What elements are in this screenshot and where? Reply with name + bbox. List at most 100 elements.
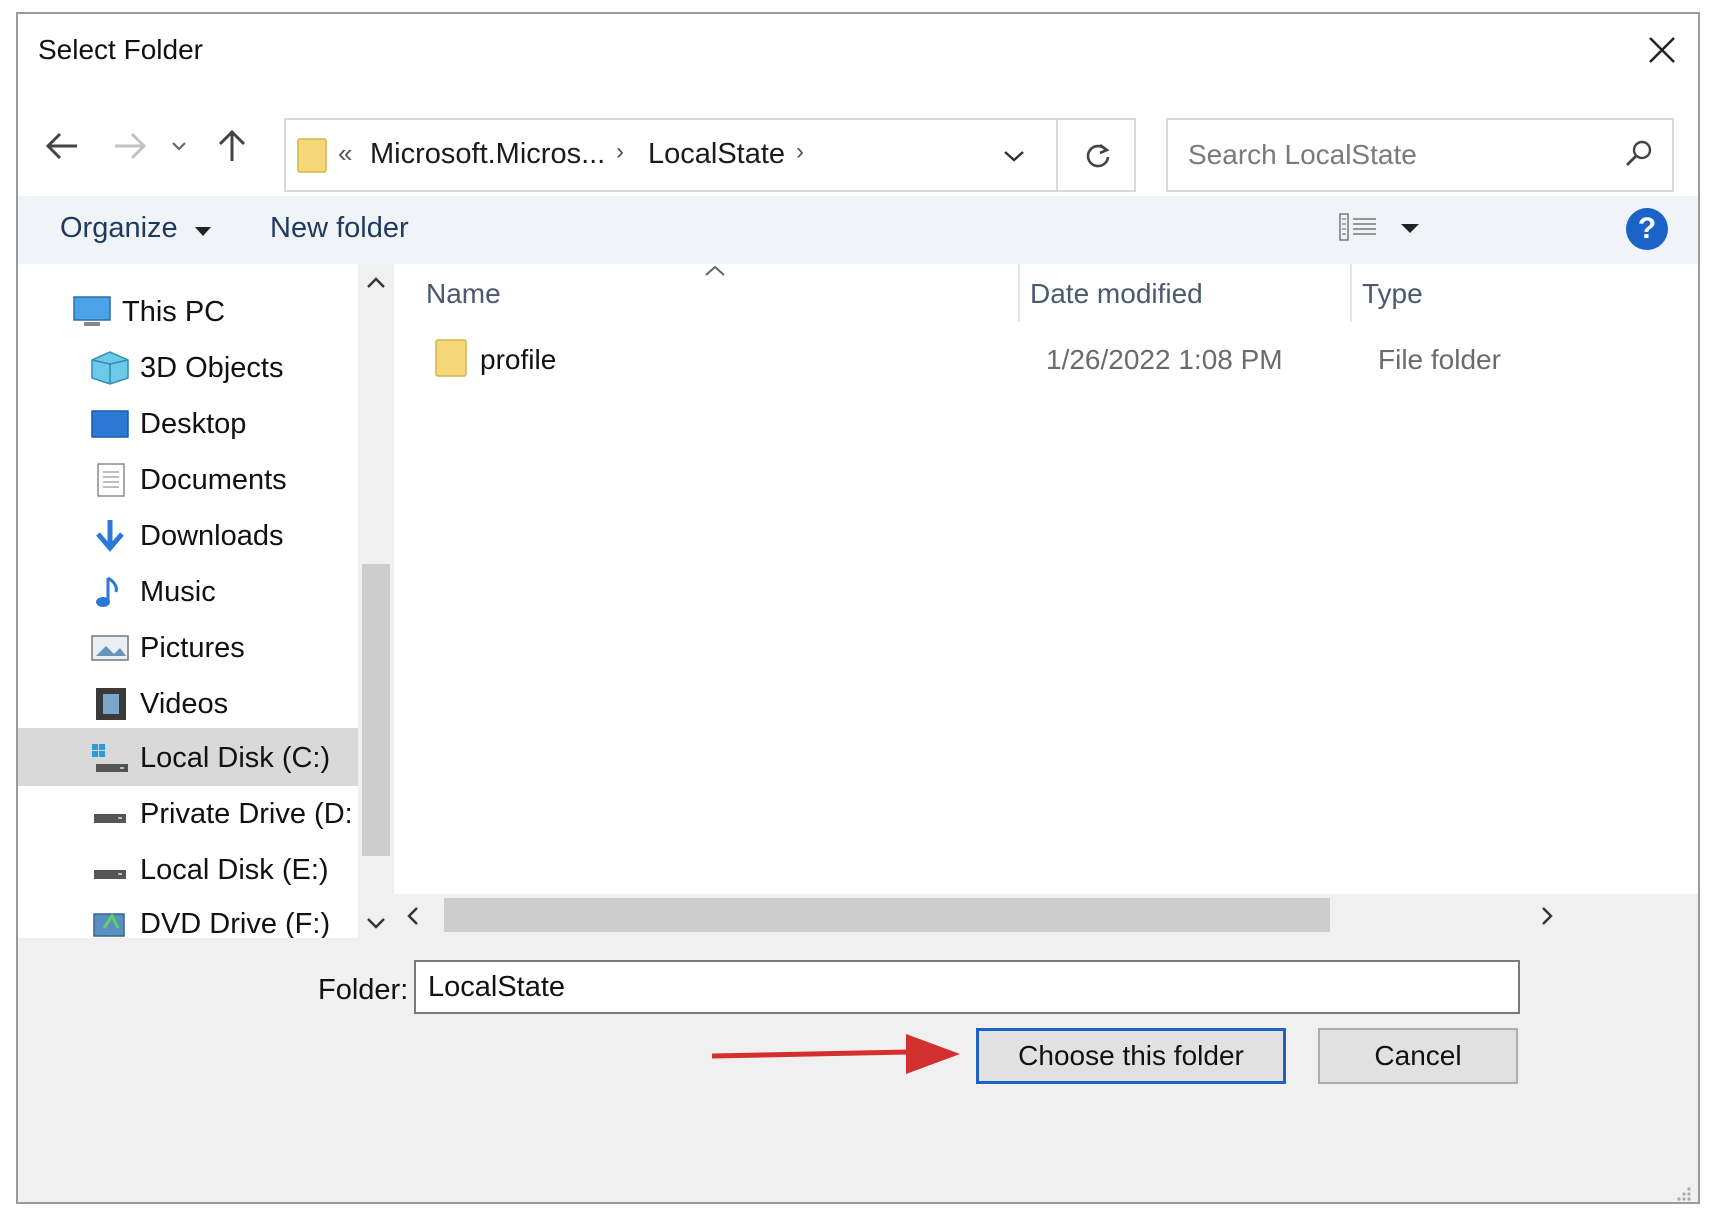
nav-item-local-disk-e[interactable]: Local Disk (E:) <box>18 840 358 898</box>
nav-item-desktop[interactable]: Desktop <box>18 394 358 452</box>
forward-button[interactable] <box>108 120 152 172</box>
select-folder-dialog: Select Folder « Microsoft.Micros... › Lo… <box>16 12 1700 1204</box>
desktop-icon <box>91 410 129 438</box>
resize-grip-icon <box>1677 1187 1691 1201</box>
details-view-icon <box>1339 213 1376 241</box>
up-button[interactable] <box>210 120 254 172</box>
drive-icon <box>94 814 126 823</box>
file-list-horizontal-scrollbar[interactable] <box>394 894 1698 938</box>
nav-item-label: Local Disk (C:) <box>140 742 331 774</box>
cancel-button[interactable]: Cancel <box>1318 1028 1518 1084</box>
choose-this-folder-button[interactable]: Choose this folder <box>976 1028 1286 1084</box>
file-row-profile[interactable]: profile 1/26/2022 1:08 PM File folder <box>434 330 1674 388</box>
nav-item-label: Private Drive (D:) <box>140 798 352 830</box>
title-bar: Select Folder <box>18 14 1698 86</box>
nav-item-3d-objects[interactable]: 3D Objects <box>18 338 358 396</box>
pictures-icon <box>91 635 129 661</box>
scroll-right-icon <box>1542 907 1553 925</box>
drive-icon <box>94 870 126 879</box>
organize-menu[interactable]: Organize <box>60 212 212 245</box>
nav-item-label: Local Disk (E:) <box>140 854 329 886</box>
organize-label: Organize <box>60 212 178 244</box>
windows-drive-icon <box>92 744 128 772</box>
sort-ascending-icon <box>705 265 725 276</box>
nav-item-label: Documents <box>140 464 287 496</box>
nav-item-this-pc[interactable]: This PC <box>18 282 358 340</box>
column-header-name[interactable]: Name <box>426 278 501 310</box>
nav-item-documents[interactable]: Documents <box>18 450 358 508</box>
caret-down-icon <box>1401 224 1419 233</box>
scroll-left-icon <box>407 907 418 925</box>
column-divider[interactable] <box>1350 264 1352 322</box>
refresh-button[interactable] <box>1056 120 1138 190</box>
nav-item-downloads[interactable]: Downloads <box>18 506 358 564</box>
horizontal-scroll-thumb[interactable] <box>444 898 1330 932</box>
search-box[interactable] <box>1166 118 1674 192</box>
change-view-button[interactable] <box>1338 210 1419 250</box>
documents-icon <box>97 463 125 497</box>
folder-field-label: Folder: <box>318 974 409 1006</box>
help-button[interactable]: ? <box>1626 208 1668 250</box>
nav-item-music[interactable]: Music <box>18 562 358 620</box>
nav-pane-scrollbar[interactable] <box>358 264 394 944</box>
scroll-down-icon <box>367 918 385 929</box>
caret-down-icon <box>194 227 211 236</box>
chevron-down-icon <box>1004 151 1024 162</box>
nav-item-label: DVD Drive (F:) ES <box>140 908 340 940</box>
column-header-type[interactable]: Type <box>1362 278 1423 310</box>
dvd-drive-icon <box>93 913 125 937</box>
chevron-down-icon <box>172 142 186 151</box>
back-arrow-icon <box>45 132 77 160</box>
close-icon <box>1649 37 1675 63</box>
nav-item-label: This PC <box>122 296 226 328</box>
column-header-date-modified[interactable]: Date modified <box>1030 278 1203 310</box>
breadcrumb-microsoft[interactable]: Microsoft.Micros... <box>370 138 605 171</box>
music-icon <box>96 576 118 607</box>
column-divider[interactable] <box>1018 264 1020 322</box>
nav-item-label: 3D Objects <box>140 352 284 384</box>
new-folder-button[interactable]: New folder <box>270 212 409 245</box>
navigation-bar: « Microsoft.Micros... › LocalState › <box>18 98 1698 194</box>
file-name: profile <box>480 344 557 375</box>
address-dropdown-button[interactable] <box>990 136 1038 176</box>
breadcrumb-separator: › <box>616 138 624 165</box>
file-type: File folder <box>1378 344 1501 375</box>
nav-item-label: Pictures <box>140 632 245 664</box>
breadcrumb-separator[interactable]: › <box>796 138 804 166</box>
search-icon <box>1626 140 1652 166</box>
breadcrumb-localstate[interactable]: LocalState <box>648 138 785 171</box>
nav-item-label: Desktop <box>140 408 247 440</box>
recent-locations-button[interactable] <box>164 120 194 172</box>
dialog-footer: Folder: Choose this folder Cancel <box>18 938 1698 1202</box>
nav-item-label: Videos <box>140 688 229 720</box>
annotation-arrow <box>711 1034 960 1074</box>
back-button[interactable] <box>40 120 84 172</box>
pc-icon <box>73 296 111 326</box>
nav-pane-scroll-thumb[interactable] <box>362 564 390 856</box>
forward-arrow-icon <box>115 132 147 160</box>
nav-item-private-drive-d[interactable]: Private Drive (D:) <box>18 784 358 842</box>
nav-item-videos[interactable]: Videos <box>18 674 358 732</box>
overflow-chevrons[interactable]: « <box>338 138 352 169</box>
close-button[interactable] <box>1634 24 1690 76</box>
nav-item-pictures[interactable]: Pictures <box>18 618 358 676</box>
command-bar: Organize New folder ? <box>18 196 1698 264</box>
cube-icon <box>91 351 129 385</box>
dialog-title: Select Folder <box>38 34 203 65</box>
file-date-modified: 1/26/2022 1:08 PM <box>1046 344 1283 375</box>
nav-item-label: Downloads <box>140 520 284 552</box>
address-bar[interactable]: « Microsoft.Micros... › LocalState › <box>284 118 1136 192</box>
scroll-up-icon <box>367 277 385 288</box>
nav-item-label: Music <box>140 576 216 608</box>
search-input[interactable] <box>1186 134 1610 176</box>
folder-icon <box>297 138 327 173</box>
videos-icon <box>96 688 126 720</box>
folder-icon <box>435 339 467 377</box>
up-arrow-icon <box>218 129 246 161</box>
help-icon: ? <box>1637 212 1657 245</box>
refresh-icon <box>1086 143 1110 168</box>
navigation-pane: This PC 3D Objects Desktop Documents Dow… <box>18 264 394 1024</box>
download-icon <box>96 520 124 552</box>
nav-item-local-disk-c[interactable]: Local Disk (C:) <box>18 728 358 786</box>
folder-name-input[interactable] <box>414 960 1520 1014</box>
